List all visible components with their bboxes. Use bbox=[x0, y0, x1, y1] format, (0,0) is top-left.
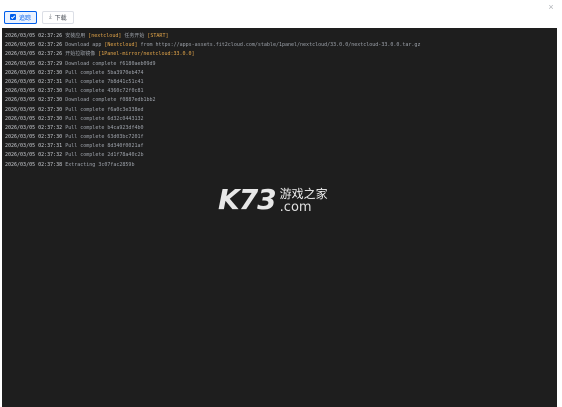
log-message: 安装应用 bbox=[62, 33, 89, 39]
log-timestamp: 2026/03/05 02:37:29 bbox=[5, 60, 63, 67]
close-icon[interactable]: × bbox=[546, 2, 556, 12]
log-timestamp: 2026/03/05 02:37:30 bbox=[5, 88, 63, 95]
log-message: Download app bbox=[62, 42, 105, 49]
log-line: 2026/03/05 02:37:32 Pull complete b4ca92… bbox=[5, 124, 554, 133]
log-line: 2026/03/05 02:37:30 Pull complete 4360c7… bbox=[5, 87, 554, 96]
download-icon: ⤓ bbox=[49, 13, 52, 20]
log-message: Extracting 3c07fac2859b bbox=[62, 161, 135, 168]
log-timestamp: 2026/03/05 02:37:30 bbox=[5, 97, 63, 104]
log-message: Pull complete 6d32c0443132 bbox=[62, 115, 144, 122]
log-message: 开始拉取镜像 bbox=[62, 51, 99, 58]
log-line: 2026/03/05 02:37:31 Pull complete 8d340f… bbox=[5, 142, 554, 151]
log-timestamp: 2026/03/05 02:37:31 bbox=[5, 143, 63, 150]
log-timestamp: 2026/03/05 02:37:38 bbox=[5, 161, 63, 168]
log-message: Pull complete b4ca923df4b0 bbox=[62, 124, 144, 131]
log-output-panel[interactable]: 2026/03/05 02:37:26 安装应用 [nextcloud] 任务开… bbox=[2, 28, 557, 407]
log-line: 2026/03/05 02:37:30 Pull complete 6d32c0… bbox=[5, 115, 554, 124]
log-timestamp: 2026/03/05 02:37:26 bbox=[5, 42, 63, 49]
download-button-label: 下载 bbox=[54, 15, 67, 22]
log-timestamp: 2026/03/05 02:37:30 bbox=[5, 69, 63, 76]
log-message: Download complete f6180aeb09d9 bbox=[62, 60, 156, 67]
log-timestamp: 2026/03/05 02:37:31 bbox=[5, 78, 63, 85]
log-toolbar: 追踪 ⤓ 下载 bbox=[4, 10, 74, 24]
log-line: 2026/03/05 02:37:30 Pull complete f6a0c3… bbox=[5, 106, 554, 115]
log-line: 2026/03/05 02:37:26 开始拉取镜像 [1Panel-mirro… bbox=[5, 50, 554, 59]
log-timestamp: 2026/03/05 02:37:32 bbox=[5, 124, 63, 131]
download-button[interactable]: ⤓ 下载 bbox=[42, 10, 74, 24]
log-line: 2026/03/05 02:37:30 Pull complete 63d03b… bbox=[5, 133, 554, 142]
log-message: from https://apps-assets.fit2cloud.com/s… bbox=[137, 42, 421, 49]
log-highlight: [START] bbox=[147, 33, 169, 39]
log-message: 任务开始 bbox=[121, 33, 148, 39]
log-line: 2026/03/05 02:37:31 Pull complete 7b8d41… bbox=[5, 78, 554, 87]
log-highlight: [Nextcloud] bbox=[104, 42, 138, 49]
log-highlight: [nextcloud] bbox=[88, 33, 122, 39]
log-message: Pull complete f6a0c3e338ed bbox=[62, 106, 144, 113]
follow-toggle-label: 追踪 bbox=[19, 15, 32, 22]
log-line: 2026/03/05 02:37:29 Download complete f6… bbox=[5, 60, 554, 69]
log-message: Pull complete 4360c72f0c81 bbox=[62, 88, 144, 95]
log-timestamp: 2026/03/05 02:37:30 bbox=[5, 134, 63, 141]
log-dialog: × 追踪 ⤓ 下载 2026/03/05 02:37:26 安装应用 [next… bbox=[0, 0, 562, 407]
checkbox-checked-icon[interactable] bbox=[10, 14, 16, 20]
log-line: 2026/03/05 02:37:26 Download app [Nextcl… bbox=[5, 41, 554, 50]
log-message: Pull complete 7b8d41c51c41 bbox=[62, 78, 144, 85]
follow-toggle-button[interactable]: 追踪 bbox=[4, 10, 38, 24]
log-timestamp: 2026/03/05 02:37:30 bbox=[5, 106, 63, 113]
log-line: 2026/03/05 02:37:30 Pull complete 5ba397… bbox=[5, 69, 554, 78]
log-timestamp: 2026/03/05 02:37:32 bbox=[5, 152, 63, 159]
log-timestamp: 2026/03/05 02:37:30 bbox=[5, 115, 63, 122]
log-message: Pull complete 8d340f0021af bbox=[62, 143, 144, 150]
log-line: 2026/03/05 02:37:30 Download complete f0… bbox=[5, 96, 554, 105]
log-highlight: [1Panel-mirror/nextcloud:33.0.0] bbox=[98, 51, 195, 58]
log-timestamp: 2026/03/05 02:37:26 bbox=[5, 33, 63, 39]
log-line: 2026/03/05 02:37:26 安装应用 [nextcloud] 任务开… bbox=[5, 32, 554, 41]
log-message: Pull complete 5ba3970eb474 bbox=[62, 69, 144, 76]
log-line: 2026/03/05 02:37:32 Pull complete 2d1f78… bbox=[5, 151, 554, 160]
log-timestamp: 2026/03/05 02:37:26 bbox=[5, 51, 63, 58]
log-line: 2026/03/05 02:37:38 Extracting 3c07fac28… bbox=[5, 161, 554, 170]
log-message: Download complete f0887edb1bb2 bbox=[62, 97, 156, 104]
log-message: Pull complete 2d1f78a40c2b bbox=[62, 152, 144, 159]
log-message: Pull complete 63d03bc7201f bbox=[62, 134, 144, 141]
